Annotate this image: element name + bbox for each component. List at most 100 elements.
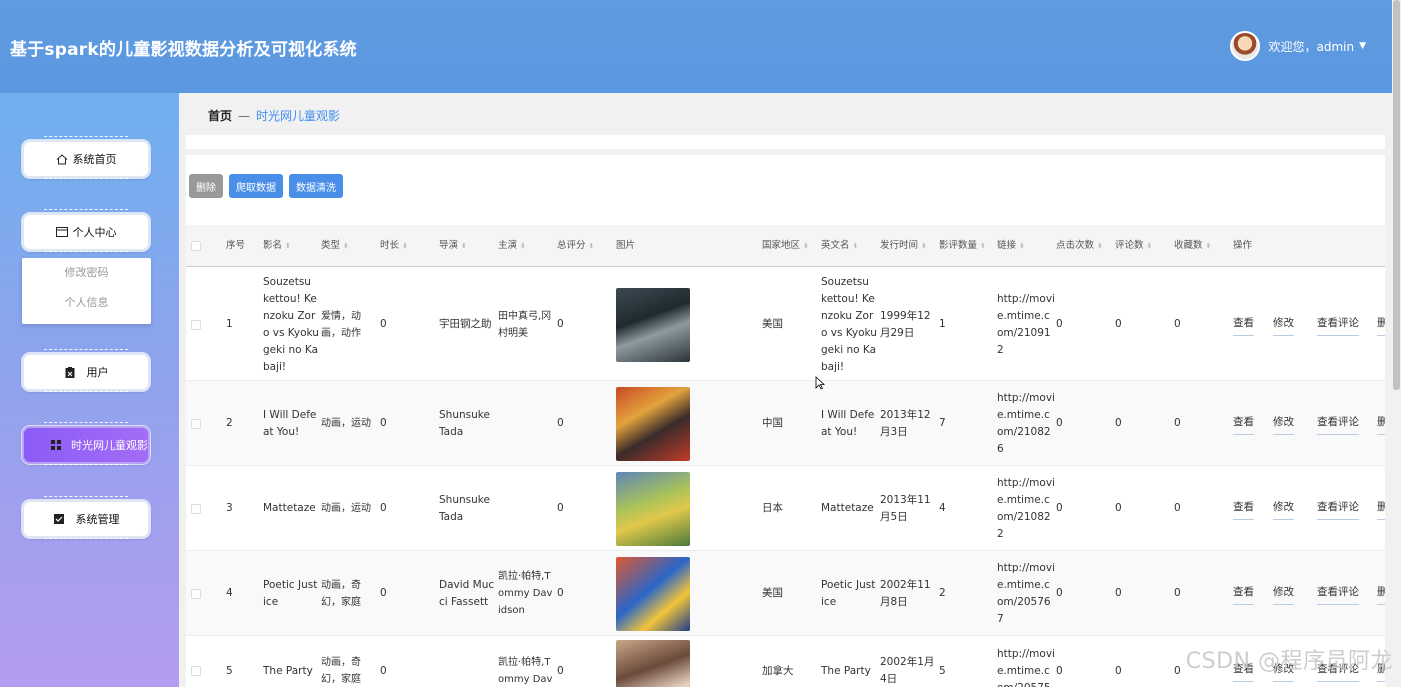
- table-row[interactable]: 1 Souzetsu kettou! Kenzoku Zoro vs Kyokug…: [186, 268, 1385, 381]
- cell-text: 0: [380, 587, 387, 599]
- column-header[interactable]: 国家地区 ⬍: [762, 225, 809, 267]
- sort-icon[interactable]: ⬍: [1097, 242, 1103, 250]
- view-comments-button[interactable]: 查看评论: [1317, 584, 1359, 605]
- view-button[interactable]: 查看: [1233, 315, 1254, 336]
- sort-icon[interactable]: ⬍: [520, 242, 526, 250]
- app-title: 基于spark的儿童影视数据分析及可视化系统: [10, 40, 357, 60]
- column-header[interactable]: 收藏数 ⬍: [1174, 225, 1211, 267]
- column-header[interactable]: 点击次数 ⬍: [1056, 225, 1103, 267]
- column-header[interactable]: 影评数量 ⬍: [939, 225, 986, 267]
- crawl-data-button[interactable]: 爬取数据: [229, 174, 283, 198]
- cell-link: http://movie.mtime.com/210826: [997, 381, 1055, 465]
- column-header[interactable]: 英文名 ⬍: [821, 225, 858, 267]
- delete-row-button[interactable]: 删: [1377, 499, 1385, 520]
- view-button[interactable]: 查看: [1233, 414, 1254, 435]
- sort-icon[interactable]: ⬍: [343, 242, 349, 250]
- sidebar-item-profile[interactable]: 个人中心: [22, 209, 150, 252]
- delete-row-button[interactable]: 删: [1377, 584, 1385, 605]
- row-checkbox[interactable]: [191, 503, 201, 514]
- column-header[interactable]: 导演 ⬍: [439, 225, 467, 267]
- column-header[interactable]: 类型 ⬍: [321, 225, 349, 267]
- breadcrumb-current[interactable]: 时光网儿童观影: [256, 109, 340, 123]
- sort-icon[interactable]: ⬍: [589, 242, 595, 250]
- cell-text: Poetic Justice: [263, 578, 318, 608]
- cell-duration: 0: [380, 268, 420, 380]
- page-scrollbar[interactable]: [1392, 0, 1401, 687]
- cell-cast: [498, 381, 554, 465]
- edit-button[interactable]: 修改: [1273, 584, 1294, 605]
- cell-name: Souzetsu kettou! Kenzoku Zoro vs Kyokuge…: [263, 268, 319, 380]
- cell-text: 动画，奇幻，家庭: [321, 579, 361, 608]
- sidebar-item-system[interactable]: 系统管理: [22, 496, 150, 539]
- clean-data-button[interactable]: 数据清洗: [289, 174, 343, 198]
- delete-button[interactable]: 删除: [189, 174, 223, 198]
- sort-icon[interactable]: ⬍: [921, 242, 927, 250]
- view-comments-button[interactable]: 查看评论: [1317, 499, 1359, 520]
- column-header[interactable]: 链接 ⬍: [997, 225, 1025, 267]
- sort-icon[interactable]: ⬍: [461, 242, 467, 250]
- sort-icon[interactable]: ⬍: [1019, 242, 1025, 250]
- poster-image[interactable]: [616, 556, 690, 631]
- cell-text: 0: [380, 664, 387, 677]
- sort-icon[interactable]: ⬍: [803, 242, 809, 250]
- table-row[interactable]: 3 Mattetaze 动画，运动 0 Shunsuke Tada 0 日本 Mattetaz…: [186, 466, 1385, 551]
- row-checkbox[interactable]: [191, 666, 201, 676]
- column-header[interactable]: 主演 ⬍: [498, 225, 526, 267]
- poster-image[interactable]: [616, 287, 690, 362]
- column-header[interactable]: 总评分 ⬍: [557, 225, 594, 267]
- cell-text: The Party: [821, 664, 871, 677]
- edit-button[interactable]: 修改: [1273, 315, 1294, 336]
- profile-submenu: 修改密码 个人信息: [22, 258, 151, 324]
- view-button[interactable]: 查看: [1233, 584, 1254, 605]
- sidebar-item-home[interactable]: 系统首页: [22, 136, 150, 179]
- table-row[interactable]: 2 I Will Defeat You! 动画，运动 0 Shunsuke Tada 0 中…: [186, 381, 1385, 466]
- column-header[interactable]: 时长 ⬍: [380, 225, 408, 267]
- sort-icon[interactable]: ⬍: [402, 242, 408, 250]
- delete-row-button[interactable]: 删: [1377, 315, 1385, 336]
- sort-icon[interactable]: ⬍: [980, 242, 986, 250]
- sidebar-item-users[interactable]: 用户: [22, 349, 150, 392]
- cell-director: David Mucci Fassett: [439, 551, 497, 635]
- sort-icon[interactable]: ⬍: [285, 242, 291, 250]
- submenu-change-password[interactable]: 修改密码: [22, 258, 151, 288]
- cell-en-name: I Will Defeat You!: [821, 381, 877, 465]
- cell-text: Shunsuke Tada: [439, 408, 490, 438]
- greeting-text[interactable]: 欢迎您，admin: [1268, 38, 1354, 55]
- cell-text: 凯拉·帕特,Tommy Davidson: [498, 571, 553, 616]
- cell-en-name: The Party: [821, 636, 877, 687]
- cell-text: 0: [1056, 318, 1063, 330]
- sort-icon[interactable]: ⬍: [1147, 242, 1153, 250]
- delete-row-button[interactable]: 删: [1377, 414, 1385, 435]
- cell-text: I Will Defeat You!: [263, 408, 317, 438]
- poster-image[interactable]: [616, 386, 690, 461]
- view-comments-button[interactable]: 查看评论: [1317, 414, 1359, 435]
- poster-image[interactable]: [616, 640, 690, 687]
- row-checkbox[interactable]: [191, 319, 201, 330]
- row-checkbox[interactable]: [191, 588, 201, 599]
- edit-button[interactable]: 修改: [1273, 414, 1294, 435]
- caret-down-icon[interactable]: ▼: [1359, 41, 1366, 51]
- view-button[interactable]: 查看: [1233, 499, 1254, 520]
- search-bar-area: [186, 135, 1385, 149]
- breadcrumb-home[interactable]: 首页: [208, 109, 232, 123]
- cell-clicks: 0: [1056, 551, 1106, 635]
- edit-button[interactable]: 修改: [1273, 499, 1294, 520]
- column-header[interactable]: 影名 ⬍: [263, 225, 291, 267]
- sort-icon[interactable]: ⬍: [1206, 242, 1212, 250]
- column-header[interactable]: 评论数 ⬍: [1115, 225, 1152, 267]
- cell-text: 1: [939, 318, 946, 330]
- sidebar-item-mtime[interactable]: 时光网儿童观影: [22, 422, 150, 465]
- cell-text: 0: [1115, 318, 1122, 330]
- poster-image[interactable]: [616, 471, 690, 546]
- submenu-personal-info[interactable]: 个人信息: [22, 288, 151, 318]
- sort-icon[interactable]: ⬍: [853, 242, 859, 250]
- select-all-checkbox[interactable]: [191, 241, 201, 251]
- avatar[interactable]: [1230, 31, 1261, 61]
- column-header[interactable]: 发行时间 ⬍: [880, 225, 927, 267]
- view-comments-button[interactable]: 查看评论: [1317, 315, 1359, 336]
- user-menu[interactable]: 欢迎您，admin ▼: [1230, 31, 1366, 61]
- cell-favorites: 0: [1174, 381, 1224, 465]
- table-row[interactable]: 4 Poetic Justice 动画，奇幻，家庭 0 David Mucci Fass…: [186, 551, 1385, 636]
- scrollbar-thumb[interactable]: [1393, 0, 1400, 390]
- row-checkbox[interactable]: [191, 418, 201, 429]
